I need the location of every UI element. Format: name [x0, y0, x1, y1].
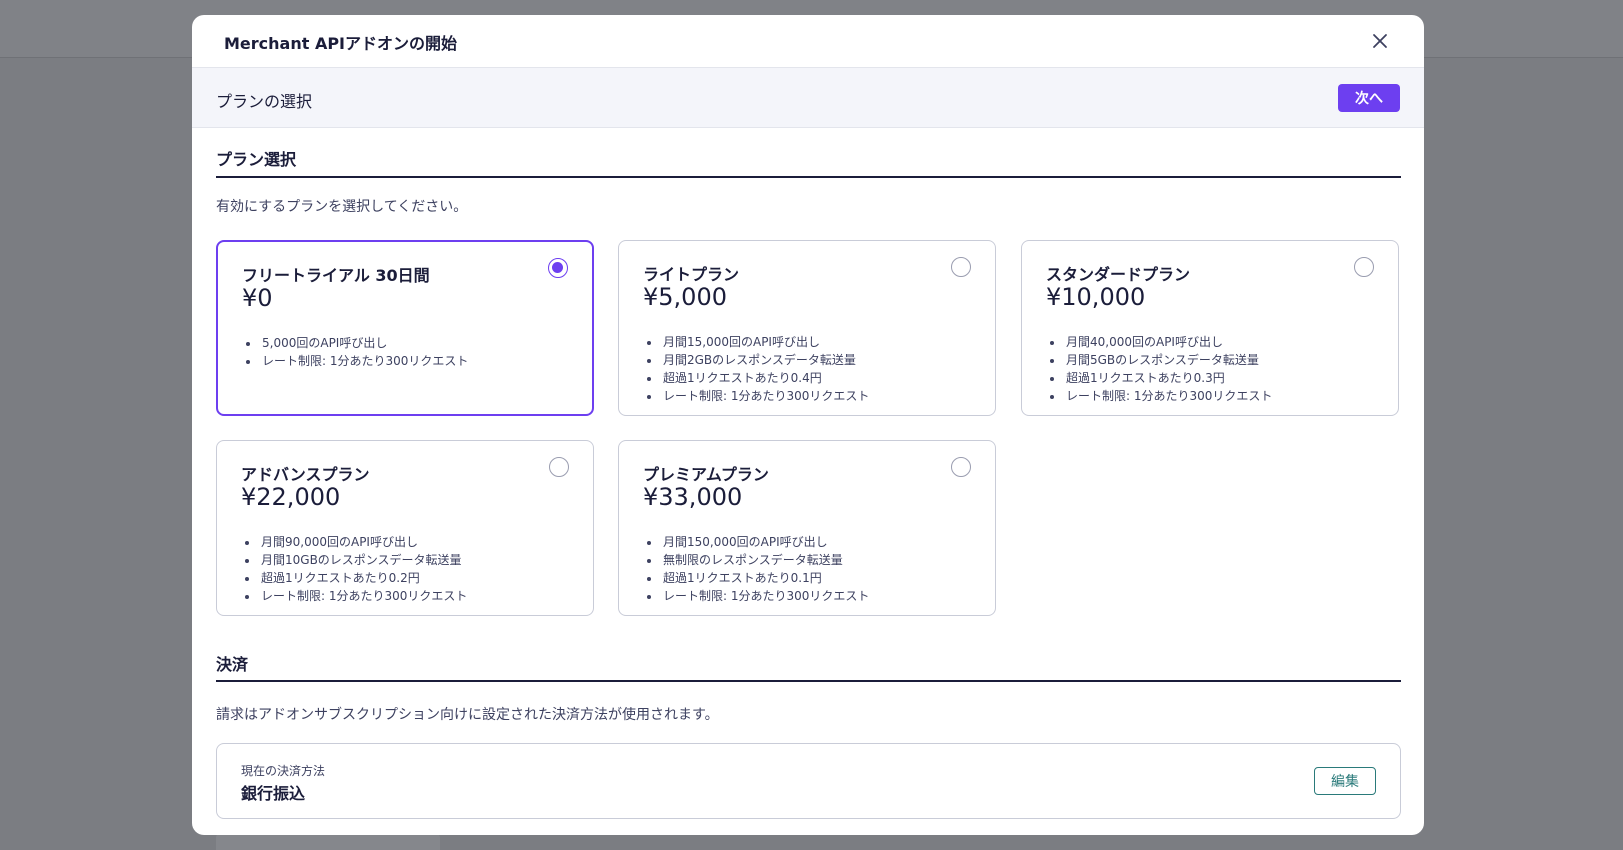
close-icon [1373, 34, 1387, 48]
plan-features: 月間40,000回のAPI呼び出し 月間5GBのレスポンスデータ転送量 超過1リ… [1064, 333, 1272, 405]
plan-feature: 5,000回のAPI呼び出し [260, 334, 468, 352]
modal-header: Merchant APIアドオンの開始 [192, 15, 1424, 68]
plan-radio[interactable] [1354, 257, 1374, 277]
plan-feature: 月間15,000回のAPI呼び出し [661, 333, 869, 351]
plan-feature: 月間5GBのレスポンスデータ転送量 [1064, 351, 1272, 369]
plan-radio-selected[interactable] [548, 258, 568, 278]
modal-title: Merchant APIアドオンの開始 [224, 34, 458, 53]
plan-feature: 月間40,000回のAPI呼び出し [1064, 333, 1272, 351]
plan-features: 月間150,000回のAPI呼び出し 無制限のレスポンスデータ転送量 超過1リク… [661, 533, 869, 605]
payment-method-box: 現在の決済方法 銀行振込 編集 [216, 743, 1401, 819]
plan-feature: 月間2GBのレスポンスデータ転送量 [661, 351, 869, 369]
plan-features: 5,000回のAPI呼び出し レート制限: 1分あたり300リクエスト [260, 334, 468, 370]
plan-price: ¥33,000 [643, 483, 743, 511]
plan-section-description: 有効にするプランを選択してください。 [216, 199, 468, 215]
plan-price: ¥0 [242, 284, 273, 312]
plan-feature: 月間10GBのレスポンスデータ転送量 [259, 551, 467, 569]
plan-card-advance[interactable]: アドバンスプラン ¥22,000 月間90,000回のAPI呼び出し 月間10G… [216, 440, 594, 616]
plan-feature: レート制限: 1分あたり300リクエスト [661, 387, 869, 405]
plan-price: ¥5,000 [643, 283, 727, 311]
plan-name: ライトプラン [643, 265, 740, 284]
plan-feature: 月間150,000回のAPI呼び出し [661, 533, 869, 551]
plan-features: 月間15,000回のAPI呼び出し 月間2GBのレスポンスデータ転送量 超過1リ… [661, 333, 869, 405]
plan-feature: 超過1リクエストあたり0.3円 [1064, 369, 1272, 387]
plan-section-divider [216, 176, 1401, 178]
plan-name: アドバンスプラン [241, 465, 370, 484]
plan-card-free-trial[interactable]: フリートライアル 30日間 ¥0 5,000回のAPI呼び出し レート制限: 1… [216, 240, 594, 416]
plan-card-standard[interactable]: スタンダードプラン ¥10,000 月間40,000回のAPI呼び出し 月間5G… [1021, 240, 1399, 416]
plan-feature: 月間90,000回のAPI呼び出し [259, 533, 467, 551]
plan-feature: 超過1リクエストあたり0.1円 [661, 569, 869, 587]
plan-price: ¥10,000 [1046, 283, 1146, 311]
payment-section-divider [216, 680, 1401, 682]
plan-features: 月間90,000回のAPI呼び出し 月間10GBのレスポンスデータ転送量 超過1… [259, 533, 467, 605]
plan-feature: レート制限: 1分あたり300リクエスト [260, 352, 468, 370]
step-bar: プランの選択 次へ [192, 68, 1424, 128]
next-button[interactable]: 次へ [1338, 84, 1400, 112]
plan-name: プレミアムプラン [643, 465, 769, 484]
plan-name: フリートライアル 30日間 [242, 266, 430, 285]
plan-card-premium[interactable]: プレミアムプラン ¥33,000 月間150,000回のAPI呼び出し 無制限の… [618, 440, 996, 616]
plan-feature: 超過1リクエストあたり0.4円 [661, 369, 869, 387]
addon-start-modal: Merchant APIアドオンの開始 プランの選択 次へ プラン選択 有効にす… [192, 15, 1424, 835]
plan-feature: レート制限: 1分あたり300リクエスト [661, 587, 869, 605]
plan-feature: 無制限のレスポンスデータ転送量 [661, 551, 869, 569]
plan-feature: 超過1リクエストあたり0.2円 [259, 569, 467, 587]
plan-feature: レート制限: 1分あたり300リクエスト [1064, 387, 1272, 405]
edit-payment-button[interactable]: 編集 [1314, 767, 1376, 795]
plan-feature: レート制限: 1分あたり300リクエスト [259, 587, 467, 605]
plan-radio[interactable] [549, 457, 569, 477]
plan-price: ¥22,000 [241, 483, 341, 511]
plan-radio[interactable] [951, 257, 971, 277]
payment-method-value: 銀行振込 [241, 784, 306, 803]
payment-method-caption: 現在の決済方法 [241, 764, 326, 778]
plan-name: スタンダードプラン [1046, 265, 1191, 284]
close-button[interactable] [1366, 27, 1394, 55]
payment-section-description: 請求はアドオンサブスクリプション向けに設定された決済方法が使用されます。 [216, 707, 719, 723]
step-label: プランの選択 [216, 92, 313, 111]
plan-card-light[interactable]: ライトプラン ¥5,000 月間15,000回のAPI呼び出し 月間2GBのレス… [618, 240, 996, 416]
plan-radio[interactable] [951, 457, 971, 477]
plan-section-title: プラン選択 [216, 150, 297, 169]
payment-section-title: 決済 [216, 655, 249, 674]
